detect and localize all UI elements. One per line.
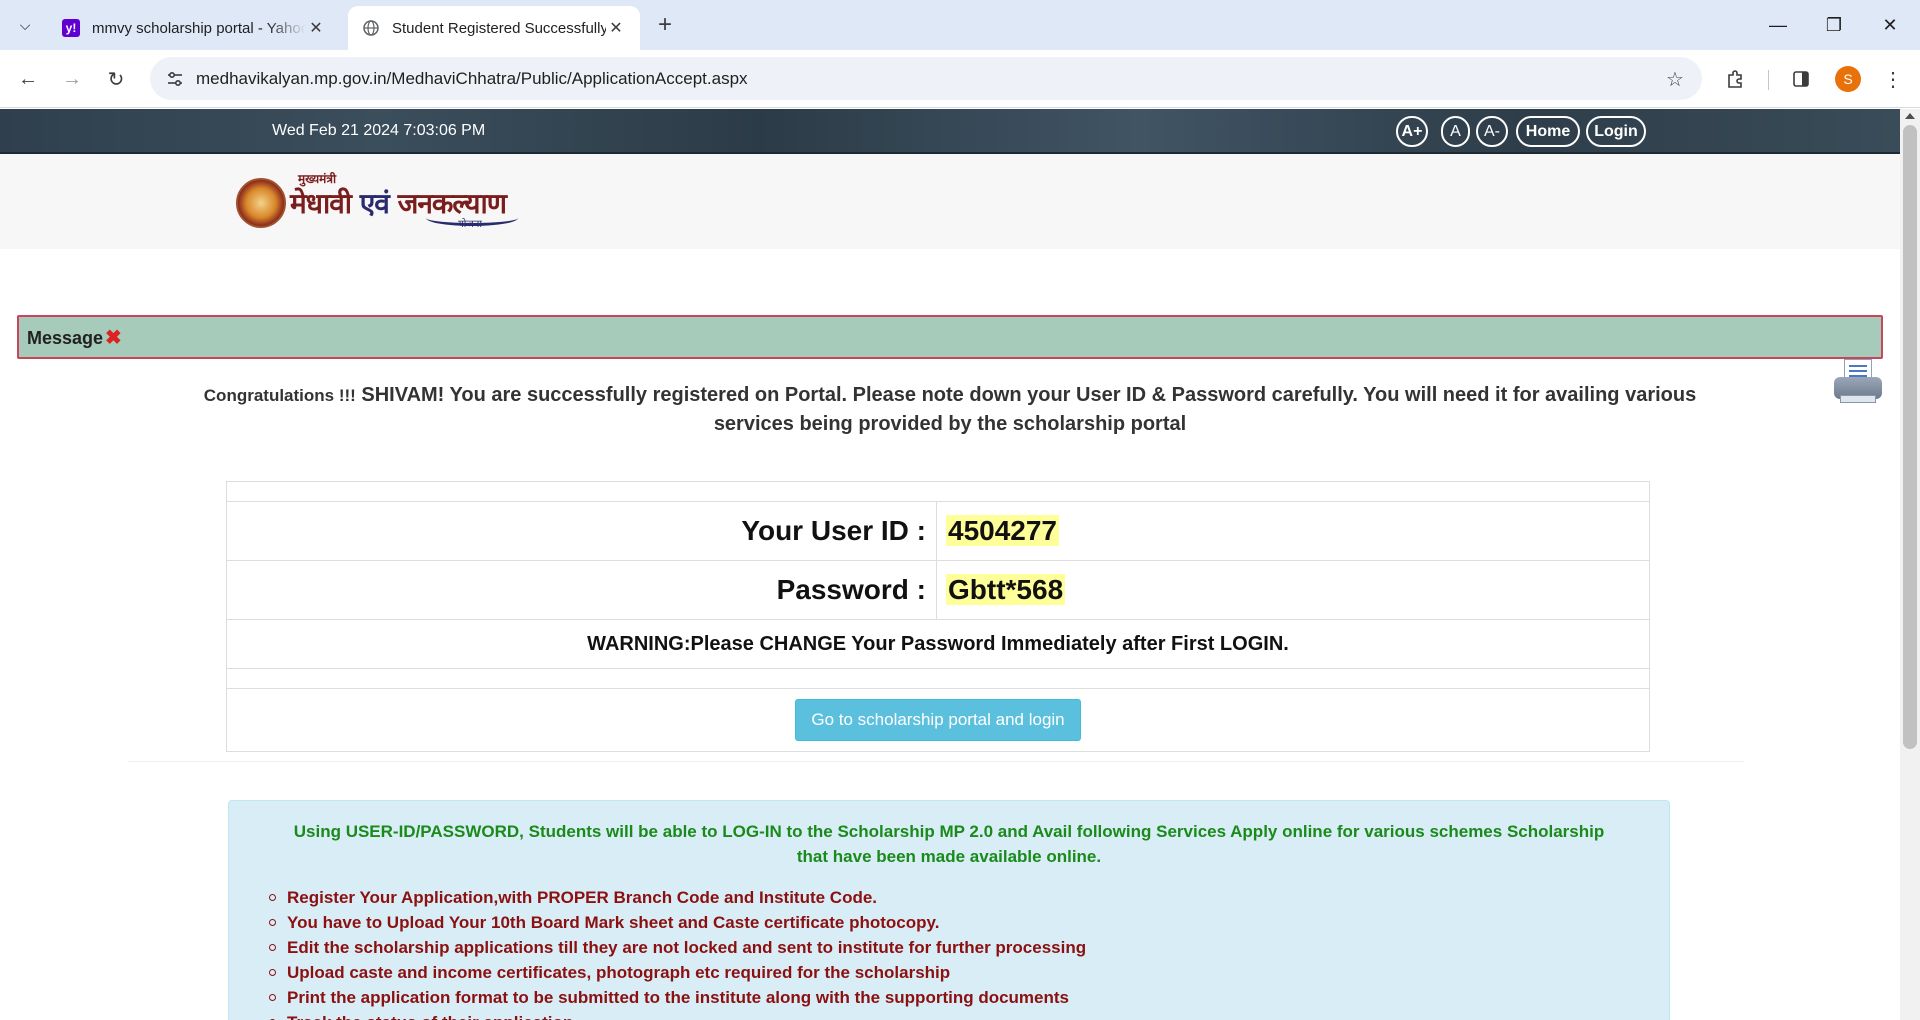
globe-icon (362, 19, 380, 37)
tab-title: Student Registered Successfully (392, 19, 606, 37)
login-button[interactable]: Login (1586, 116, 1646, 147)
browser-tab-active[interactable]: Student Registered Successfully ✕ (348, 6, 640, 50)
font-normal-button[interactable]: A (1441, 116, 1470, 147)
window-close-icon[interactable]: ✕ (1862, 0, 1918, 50)
user-id-label: Your User ID : (226, 501, 937, 561)
password-warning: WARNING:Please CHANGE Your Password Imme… (226, 619, 1650, 669)
password-value: Gbtt*568 (946, 574, 1066, 605)
restore-window-icon[interactable]: ❐ (1806, 0, 1862, 50)
address-bar[interactable]: medhavikalyan.mp.gov.in/MedhaviChhatra/P… (150, 57, 1702, 100)
password-label: Password : (226, 560, 937, 620)
list-item: Print the application format to be submi… (267, 985, 1086, 1010)
button-row: Go to scholarship portal and login (226, 688, 1650, 752)
go-to-portal-button[interactable]: Go to scholarship portal and login (795, 699, 1081, 741)
close-icon[interactable]: ✕ (606, 18, 626, 38)
user-id-cell: 4504277 (936, 501, 1650, 561)
site-header-bar: Wed Feb 21 2024 7:03:06 PM A+ A A- Home … (0, 109, 1900, 154)
bookmark-star-icon[interactable]: ☆ (1660, 64, 1690, 94)
congrats-prefix: Congratulations !!! (203, 386, 356, 405)
table-row (226, 668, 1650, 689)
services-info-box: Using USER-ID/PASSWORD, Students will be… (228, 800, 1670, 1020)
forward-arrow-icon[interactable]: → (54, 61, 90, 97)
password-row: Password : Gbtt*568 (226, 560, 1650, 620)
credentials-table: Your User ID : 4504277 Password : Gbtt*5… (226, 481, 1650, 752)
font-increase-button[interactable]: A+ (1396, 116, 1428, 147)
tab-title: mmvy scholarship portal - Yahoo Search R… (92, 19, 306, 37)
minimize-icon[interactable]: — (1750, 0, 1806, 50)
table-row (226, 481, 1650, 502)
home-button[interactable]: Home (1516, 116, 1580, 147)
new-tab-plus-icon[interactable]: + (650, 10, 680, 40)
user-id-value: 4504277 (946, 515, 1060, 546)
services-heading: Using USER-ID/PASSWORD, Students will be… (293, 822, 1605, 866)
site-info-tune-icon[interactable] (160, 64, 190, 94)
services-list: Register Your Application,with PROPER Br… (267, 885, 1086, 1020)
logo-word-evam: एवं (351, 187, 398, 220)
extensions-puzzle-icon[interactable] (1718, 62, 1752, 96)
browser-tab-yahoo[interactable]: y! mmvy scholarship portal - Yahoo Searc… (48, 6, 340, 50)
message-bar: Message ✖ (17, 315, 1883, 359)
scheme-logo: मुख्यमंत्री मेधावी एवं जनकल्याण योजना (236, 170, 526, 232)
warning-row: WARNING:Please CHANGE Your Password Imme… (226, 619, 1650, 669)
list-item: Register Your Application,with PROPER Br… (267, 885, 1086, 910)
browser-tab-bar: ⌵ y! mmvy scholarship portal - Yahoo Sea… (0, 0, 1920, 50)
font-decrease-button[interactable]: A- (1476, 116, 1508, 147)
logo-word-medhavi: मेधावी (290, 187, 352, 220)
list-item: Upload caste and income certificates, ph… (267, 960, 1086, 985)
profile-avatar[interactable]: S (1835, 66, 1861, 92)
back-arrow-icon[interactable]: ← (10, 61, 46, 97)
page-viewport: Wed Feb 21 2024 7:03:06 PM A+ A A- Home … (0, 109, 1900, 1020)
more-options-icon[interactable]: ⋮ (1876, 62, 1910, 96)
list-item: Track the status of their application (267, 1010, 1086, 1020)
tab-search-chevron-icon[interactable]: ⌵ (10, 10, 40, 40)
url-text[interactable]: medhavikalyan.mp.gov.in/MedhaviChhatra/P… (196, 69, 748, 89)
divider (128, 761, 1744, 762)
side-panel-icon[interactable] (1784, 62, 1818, 96)
list-item: You have to Upload Your 10th Board Mark … (267, 910, 1086, 935)
toolbar-divider (1768, 70, 1769, 90)
message-label: Message (27, 328, 104, 348)
printer-tray (1840, 395, 1876, 403)
browser-toolbar: ← → ↻ medhavikalyan.mp.gov.in/MedhaviChh… (0, 50, 1920, 108)
printer-icon[interactable] (1834, 359, 1882, 405)
reload-icon[interactable]: ↻ (98, 61, 134, 97)
yahoo-icon: y! (62, 19, 80, 37)
congratulations-message: Congratulations !!! SHIVAM! You are succ… (190, 381, 1710, 438)
header-datetime: Wed Feb 21 2024 7:03:06 PM (272, 122, 486, 139)
password-cell: Gbtt*568 (936, 560, 1650, 620)
scroll-up-arrow-icon[interactable] (1905, 113, 1915, 119)
congrats-text: SHIVAM! You are successfully registered … (355, 384, 1697, 435)
page-scrollbar[interactable] (1900, 109, 1920, 1020)
user-id-row: Your User ID : 4504277 (226, 501, 1650, 561)
close-x-icon[interactable]: ✖ (105, 325, 122, 350)
scroll-thumb[interactable] (1903, 125, 1917, 749)
list-item: Edit the scholarship applications till t… (267, 935, 1086, 960)
close-icon[interactable]: ✕ (306, 18, 326, 38)
mp-emblem-icon (236, 178, 286, 228)
logo-yojana-text: योजना (458, 219, 482, 230)
logo-band: मुख्यमंत्री मेधावी एवं जनकल्याण योजना (0, 154, 1900, 249)
